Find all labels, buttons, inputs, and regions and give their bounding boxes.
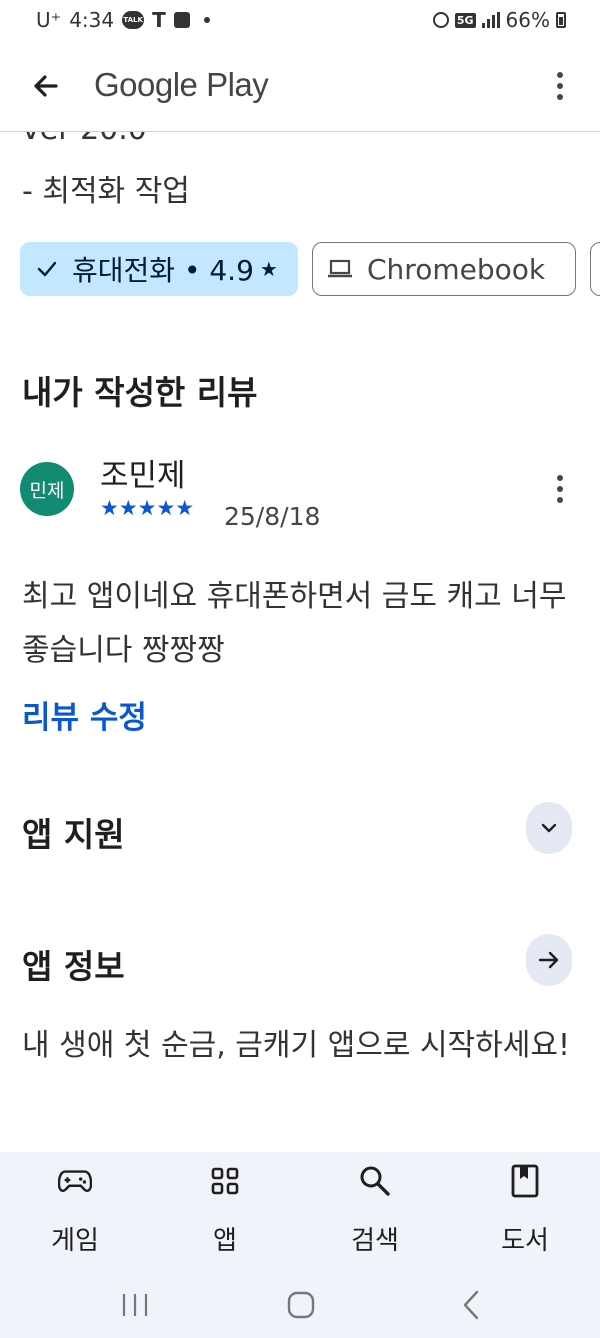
edit-review-button[interactable]: 리뷰 수정: [22, 692, 147, 737]
app-title: Google Play: [94, 66, 269, 103]
carrier-label: U⁺: [36, 8, 62, 32]
chevron-left-icon: [463, 1290, 479, 1320]
app-support-expand-button[interactable]: [526, 802, 572, 854]
battery-percent: 66%: [505, 8, 550, 32]
more-options-button[interactable]: [550, 68, 570, 104]
alarm-icon: [432, 12, 449, 28]
app-info-button[interactable]: [526, 934, 572, 986]
home-button[interactable]: [276, 1280, 326, 1330]
avatar: 민제: [20, 462, 74, 516]
notification-dot-icon: [203, 17, 210, 23]
recent-apps-icon: [122, 1294, 148, 1316]
arrow-forward-icon: [538, 951, 559, 969]
star-icon: ★: [259, 257, 278, 281]
app-info-title[interactable]: 앱 정보: [22, 940, 125, 988]
device-chip-row: 휴대전화 • 4.9 ★ Chromebook: [20, 242, 600, 296]
nav-item-search[interactable]: 검색: [300, 1152, 450, 1262]
t-app-icon: T: [152, 8, 166, 32]
my-review-title: 내가 작성한 리뷰: [22, 373, 258, 412]
nav-item-games[interactable]: 게임: [0, 1152, 150, 1262]
chip-phone-label: 휴대전화 • 4.9: [72, 254, 254, 287]
app-description: 내 생애 첫 순금, 금캐기 앱으로 시작하세요!: [22, 1028, 570, 1063]
shopping-bag-icon: [173, 12, 190, 28]
recent-apps-button[interactable]: [110, 1280, 160, 1330]
network-type-icon: 5G: [454, 12, 476, 28]
book-icon: [508, 1164, 542, 1198]
app-support-title[interactable]: 앱 지원: [22, 808, 125, 856]
review-more-options-button[interactable]: [550, 472, 570, 506]
chip-next[interactable]: [590, 242, 600, 296]
chip-chromebook-label: Chromebook: [367, 252, 546, 286]
battery-icon: [556, 12, 566, 28]
clock: 4:34: [69, 8, 115, 32]
home-icon: [287, 1291, 315, 1319]
gamepad-icon: [58, 1164, 92, 1198]
apps-grid-icon: [208, 1164, 242, 1198]
status-right: 5G 66%: [432, 8, 566, 32]
app-bar: Google Play: [0, 40, 600, 132]
chip-phone[interactable]: 휴대전화 • 4.9 ★: [20, 242, 298, 296]
review-date: 25/8/18: [224, 502, 321, 531]
back-button[interactable]: [26, 66, 66, 106]
chip-chromebook[interactable]: Chromebook: [312, 242, 576, 296]
search-icon: [358, 1164, 392, 1198]
status-left: U⁺ 4:34 TALK T: [36, 8, 210, 32]
check-icon: [37, 261, 57, 277]
kakaotalk-icon: TALK: [122, 11, 145, 29]
laptop-icon: [328, 259, 352, 278]
star-rating: ★★★★★: [100, 496, 195, 520]
chevron-down-icon: [541, 823, 557, 833]
review-text: 최고 앱이네요 휴대폰하면서 금도 캐고 너무좋습니다 짱짱짱: [22, 579, 567, 668]
reviewer-name: 조민제: [100, 458, 186, 494]
signal-icon: [481, 12, 500, 28]
system-nav-bar: [0, 1270, 600, 1338]
nav-item-apps[interactable]: 앱: [150, 1152, 300, 1262]
nav-label-apps: 앱: [213, 1226, 237, 1256]
nav-label-search: 검색: [351, 1226, 399, 1256]
nav-label-games: 게임: [51, 1226, 99, 1256]
arrow-back-icon: [34, 75, 58, 97]
changelog-item: - 최적화 작업: [22, 174, 190, 209]
status-bar: U⁺ 4:34 TALK T 5G 66%: [0, 0, 600, 40]
system-back-button[interactable]: [446, 1280, 496, 1330]
nav-label-books: 도서: [501, 1226, 549, 1256]
nav-item-books[interactable]: 도서: [450, 1152, 600, 1262]
